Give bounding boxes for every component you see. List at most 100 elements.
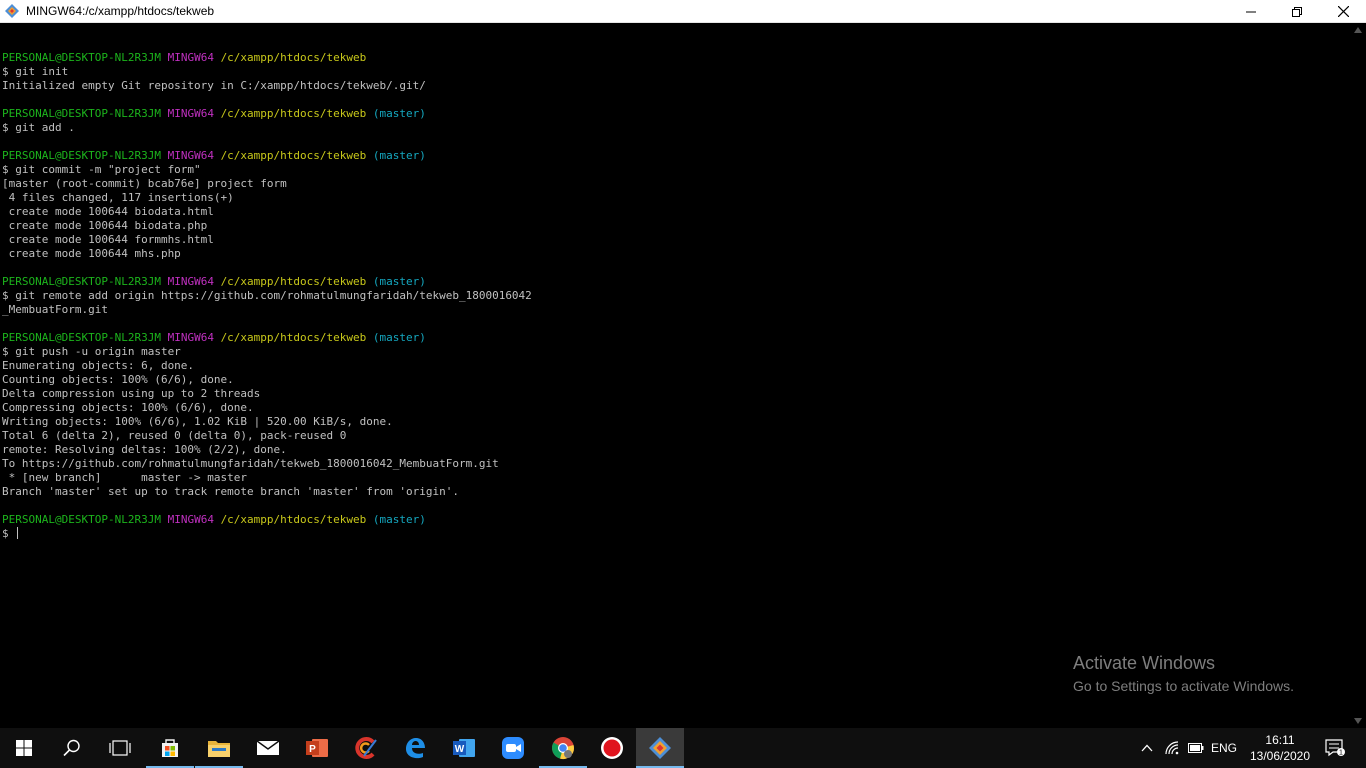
- scroll-down-icon[interactable]: [1354, 718, 1362, 724]
- prompt-branch: (master): [372, 275, 426, 288]
- search-button[interactable]: [48, 728, 96, 768]
- powerpoint-icon: P: [306, 739, 328, 757]
- terminal-output: PERSONAL@DESKTOP-NL2R3JM MINGW64 /c/xamp…: [2, 37, 532, 541]
- terminal-prompt-line: PERSONAL@DESKTOP-NL2R3JM MINGW64 /c/xamp…: [2, 107, 532, 121]
- task-view-button[interactable]: [96, 728, 144, 768]
- svg-text:W: W: [455, 744, 465, 755]
- prompt-user: PERSONAL@DESKTOP-NL2R3JM: [2, 513, 161, 526]
- prompt-branch: (master): [372, 331, 426, 344]
- prompt-path: /c/xampp/htdocs/tekweb: [220, 107, 367, 120]
- taskbar-mail[interactable]: [244, 728, 292, 768]
- terminal-prompt-line: PERSONAL@DESKTOP-NL2R3JM MINGW64 /c/xamp…: [2, 149, 532, 163]
- taskbar-edge[interactable]: [391, 728, 439, 768]
- terminal-output-line: Writing objects: 100% (6/6), 1.02 KiB | …: [2, 415, 393, 428]
- svg-text:P: P: [309, 744, 316, 755]
- store-icon: [162, 739, 178, 757]
- terminal-output-line: Compressing objects: 100% (6/6), done.: [2, 401, 254, 414]
- taskbar-chrome[interactable]: [539, 728, 587, 768]
- close-icon: [1337, 6, 1349, 17]
- ccleaner-icon: [355, 737, 377, 759]
- notification-count: 1: [1339, 750, 1343, 757]
- clock[interactable]: 16:11 13/06/2020: [1240, 732, 1320, 764]
- chrome-icon: [552, 737, 574, 759]
- activate-title: Activate Windows: [1073, 653, 1216, 673]
- taskbar-word[interactable]: W: [440, 728, 488, 768]
- prompt-path: /c/xampp/htdocs/tekweb: [220, 275, 367, 288]
- battery-button[interactable]: [1185, 728, 1207, 768]
- prompt-host: MINGW64: [167, 107, 214, 120]
- prompt-user: PERSONAL@DESKTOP-NL2R3JM: [2, 51, 161, 64]
- terminal-output-line: $ git init: [2, 65, 69, 78]
- terminal-output-line: * [new branch] master -> master: [2, 471, 248, 484]
- terminal-output-line: Total 6 (delta 2), reused 0 (delta 0), p…: [2, 429, 347, 442]
- windows-logo-icon: [16, 740, 32, 756]
- title-bar[interactable]: MINGW64:/c/xampp/htdocs/tekweb: [0, 0, 1366, 23]
- taskbar: P W ENG 16:11 13/06/2020 1: [0, 728, 1366, 768]
- activate-windows-watermark: Activate Windows Go to Settings to activ…: [1073, 652, 1294, 696]
- terminal-output-line: remote: Resolving deltas: 100% (2/2), do…: [2, 443, 287, 456]
- scroll-up-icon[interactable]: [1354, 27, 1362, 33]
- terminal-output-line: Counting objects: 100% (6/6), done.: [2, 373, 234, 386]
- prompt-host: MINGW64: [167, 331, 214, 344]
- prompt-user: PERSONAL@DESKTOP-NL2R3JM: [2, 149, 161, 162]
- text-cursor: [17, 527, 19, 539]
- notification-icon: 1: [1325, 739, 1345, 757]
- prompt-branch: (master): [372, 513, 426, 526]
- wifi-icon: [1165, 741, 1179, 755]
- search-icon: [63, 739, 80, 757]
- prompt-user: PERSONAL@DESKTOP-NL2R3JM: [2, 275, 161, 288]
- prompt-user: PERSONAL@DESKTOP-NL2R3JM: [2, 331, 161, 344]
- prompt-host: MINGW64: [167, 513, 214, 526]
- terminal-window[interactable]: PERSONAL@DESKTOP-NL2R3JM MINGW64 /c/xamp…: [0, 23, 1350, 728]
- prompt-user: PERSONAL@DESKTOP-NL2R3JM: [2, 107, 161, 120]
- action-center-button[interactable]: 1: [1320, 728, 1350, 768]
- taskbar-file-explorer[interactable]: [195, 728, 243, 768]
- git-bash-icon: [649, 737, 671, 759]
- restore-button[interactable]: [1274, 0, 1320, 23]
- window-controls: [1228, 0, 1366, 23]
- terminal-output-line: $ git push -u origin master: [2, 345, 181, 358]
- taskbar-recorder[interactable]: [588, 728, 636, 768]
- taskbar-store[interactable]: [146, 728, 194, 768]
- vertical-scrollbar[interactable]: [1350, 23, 1366, 728]
- terminal-prompt-line: PERSONAL@DESKTOP-NL2R3JM MINGW64 /c/xamp…: [2, 331, 532, 345]
- show-hidden-icons-button[interactable]: [1136, 728, 1158, 768]
- taskbar-zoom[interactable]: [489, 728, 537, 768]
- minimize-button[interactable]: [1228, 0, 1274, 23]
- word-icon: W: [453, 739, 475, 757]
- taskbar-powerpoint[interactable]: P: [293, 728, 341, 768]
- language-indicator: ENG: [1210, 741, 1237, 755]
- terminal-prompt-line: PERSONAL@DESKTOP-NL2R3JM MINGW64 /c/xamp…: [2, 275, 532, 289]
- terminal-output-line: Delta compression using up to 2 threads: [2, 387, 261, 400]
- terminal-output-line: Branch 'master' set up to track remote b…: [2, 485, 459, 498]
- prompt-branch: (master): [372, 107, 426, 120]
- terminal-output-line: To https://github.com/rohmatulmungfarida…: [2, 457, 499, 470]
- close-button[interactable]: [1320, 0, 1366, 23]
- start-button[interactable]: [0, 728, 48, 768]
- window-title: MINGW64:/c/xampp/htdocs/tekweb: [26, 4, 215, 18]
- taskbar-git-bash[interactable]: [636, 728, 684, 768]
- mail-icon: [256, 740, 280, 755]
- prompt-path: /c/xampp/htdocs/tekweb: [220, 513, 367, 526]
- terminal-output-line: create mode 100644 biodata.html: [2, 205, 214, 218]
- terminal-output-line: 4 files changed, 117 insertions(+): [2, 191, 234, 204]
- terminal-output-line: create mode 100644 formmhs.html: [2, 233, 214, 246]
- terminal-output-line: $ git remote add origin https://github.c…: [2, 289, 532, 302]
- folder-icon: [208, 741, 230, 757]
- terminal-prompt-line: PERSONAL@DESKTOP-NL2R3JM MINGW64 /c/xamp…: [2, 513, 532, 527]
- battery-icon: [1188, 743, 1204, 753]
- terminal-output-line: $ git commit -m "project form": [2, 163, 201, 176]
- taskbar-ccleaner[interactable]: [342, 728, 390, 768]
- minimize-icon: [1246, 11, 1256, 12]
- language-button[interactable]: ENG: [1208, 728, 1240, 768]
- terminal-input-line[interactable]: $: [2, 527, 532, 541]
- network-button[interactable]: [1161, 728, 1183, 768]
- task-view-icon: [109, 740, 131, 756]
- restore-icon: [1292, 6, 1302, 17]
- activate-subtitle: Go to Settings to activate Windows.: [1073, 678, 1294, 694]
- edge-icon: [406, 738, 425, 759]
